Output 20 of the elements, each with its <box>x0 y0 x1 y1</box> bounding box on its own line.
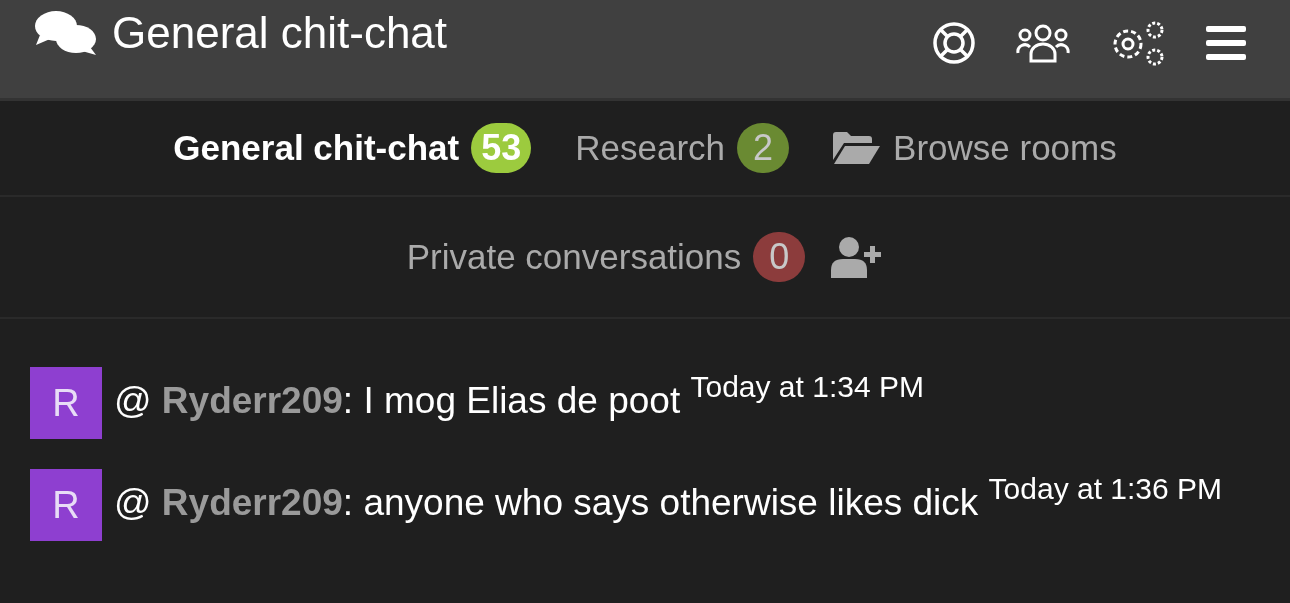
browse-rooms-link[interactable]: Browse rooms <box>833 128 1117 168</box>
room-tab[interactable]: General chit-chat 53 <box>173 123 532 173</box>
add-user-button[interactable] <box>831 236 884 278</box>
folder-icon <box>833 132 882 164</box>
unread-count-badge: 53 <box>471 123 532 173</box>
room-tab[interactable]: Private conversations 0 <box>406 232 806 282</box>
room-tab[interactable]: Research 2 <box>575 123 790 173</box>
message-time: Today at 1:36 PM <box>988 471 1223 508</box>
help-button[interactable] <box>932 21 976 65</box>
users-button[interactable] <box>1016 23 1070 63</box>
message-text: @ Ryderr209: anyone who says otherwise likes dick <box>114 482 979 524</box>
menu-button[interactable] <box>1206 26 1246 60</box>
room-title: General chit-chat <box>112 8 448 58</box>
unread-count-badge: 0 <box>753 232 806 282</box>
message-time: Today at 1:34 PM <box>690 369 924 405</box>
user-avatar[interactable]: R <box>30 469 102 542</box>
user-avatar[interactable]: R <box>30 367 102 440</box>
message-text: @ Ryderr209: I mog Elias de poot <box>114 380 681 421</box>
chat-icon <box>34 9 98 57</box>
unread-count-badge: 2 <box>737 123 790 173</box>
